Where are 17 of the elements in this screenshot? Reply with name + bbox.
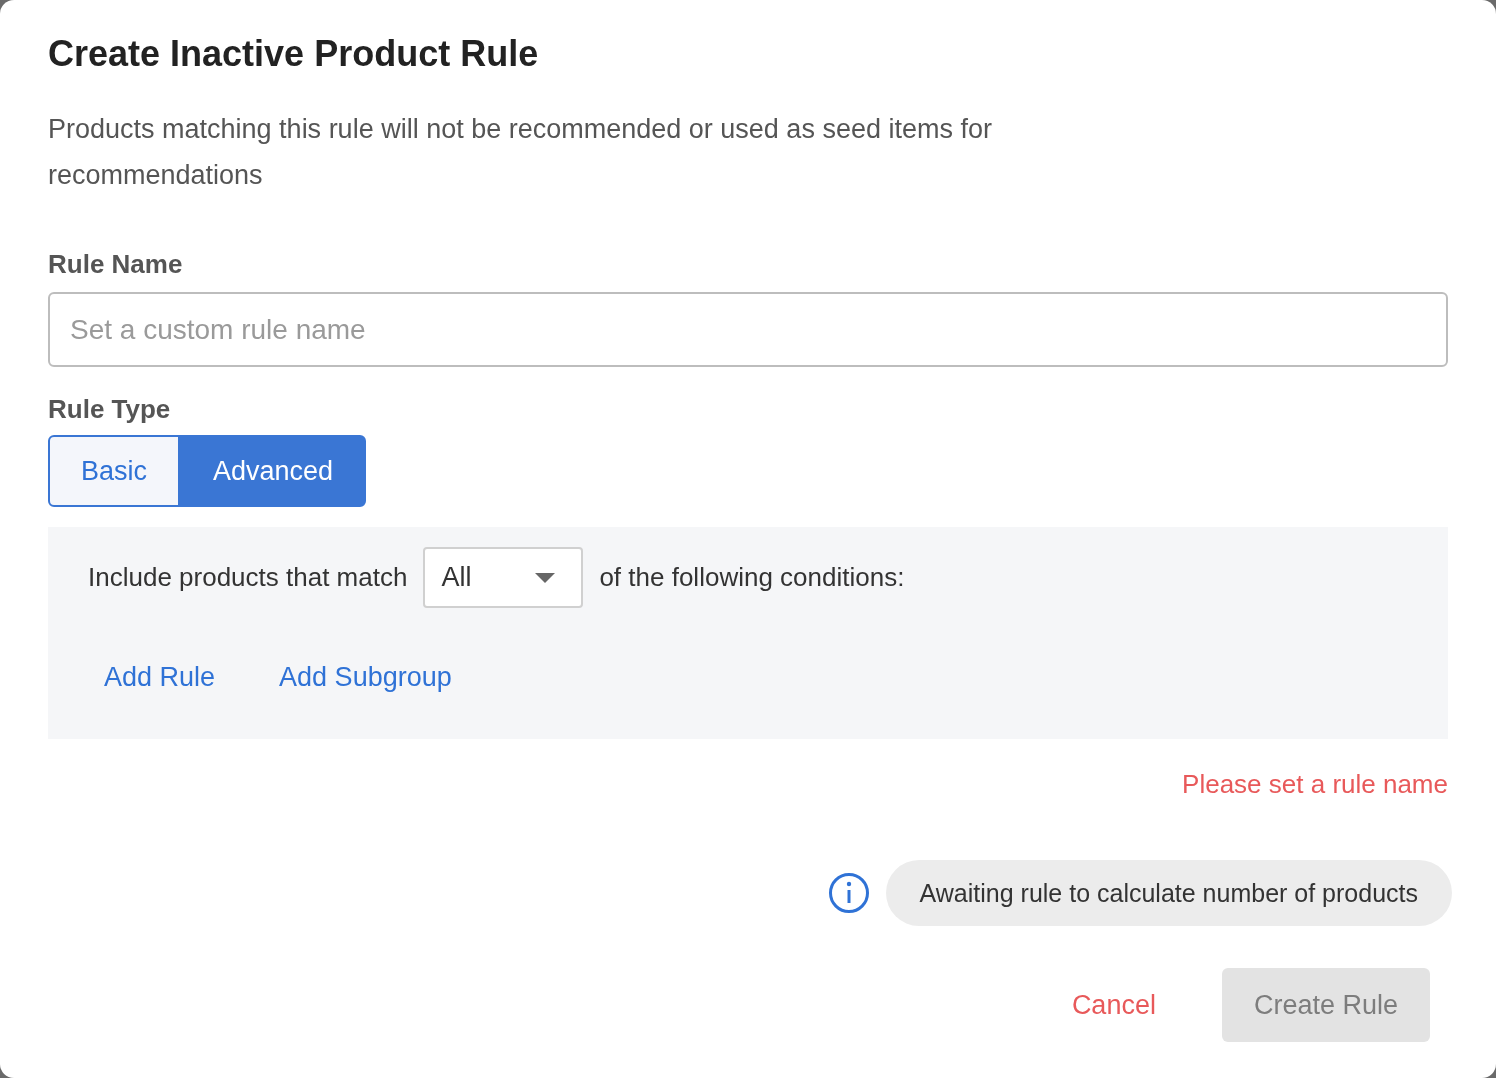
field-label: Rule Type bbox=[48, 393, 172, 425]
dialog-title: Create Inactive Product Rule bbox=[48, 32, 540, 76]
cancel-button[interactable]: Cancel bbox=[1071, 989, 1156, 1021]
add-link[interactable]: Add Subgroup bbox=[279, 662, 452, 693]
info-icon bbox=[827, 872, 870, 914]
conditions-text: Include products that match bbox=[88, 562, 408, 593]
match-dropdown[interactable]: All bbox=[423, 547, 584, 608]
dialog-description: Products matching this rule will not be recommended or used as seed items for recommendations bbox=[48, 113, 993, 192]
field-label: Rule Name bbox=[48, 248, 184, 280]
rule-type-toggle[interactable]: Advanced bbox=[180, 435, 367, 507]
rule-type-toggle[interactable]: Basic bbox=[48, 435, 181, 507]
rule-name-field[interactable]: Set a custom rule name bbox=[48, 292, 1448, 367]
error-message: Please set a rule name bbox=[1182, 769, 1448, 800]
product-count-badge: Awaiting rule to calculate number of products bbox=[885, 860, 1452, 926]
conditions-text: of the following conditions: bbox=[599, 562, 905, 593]
caret-icon bbox=[535, 572, 556, 583]
add-link[interactable]: Add Rule bbox=[104, 662, 216, 693]
